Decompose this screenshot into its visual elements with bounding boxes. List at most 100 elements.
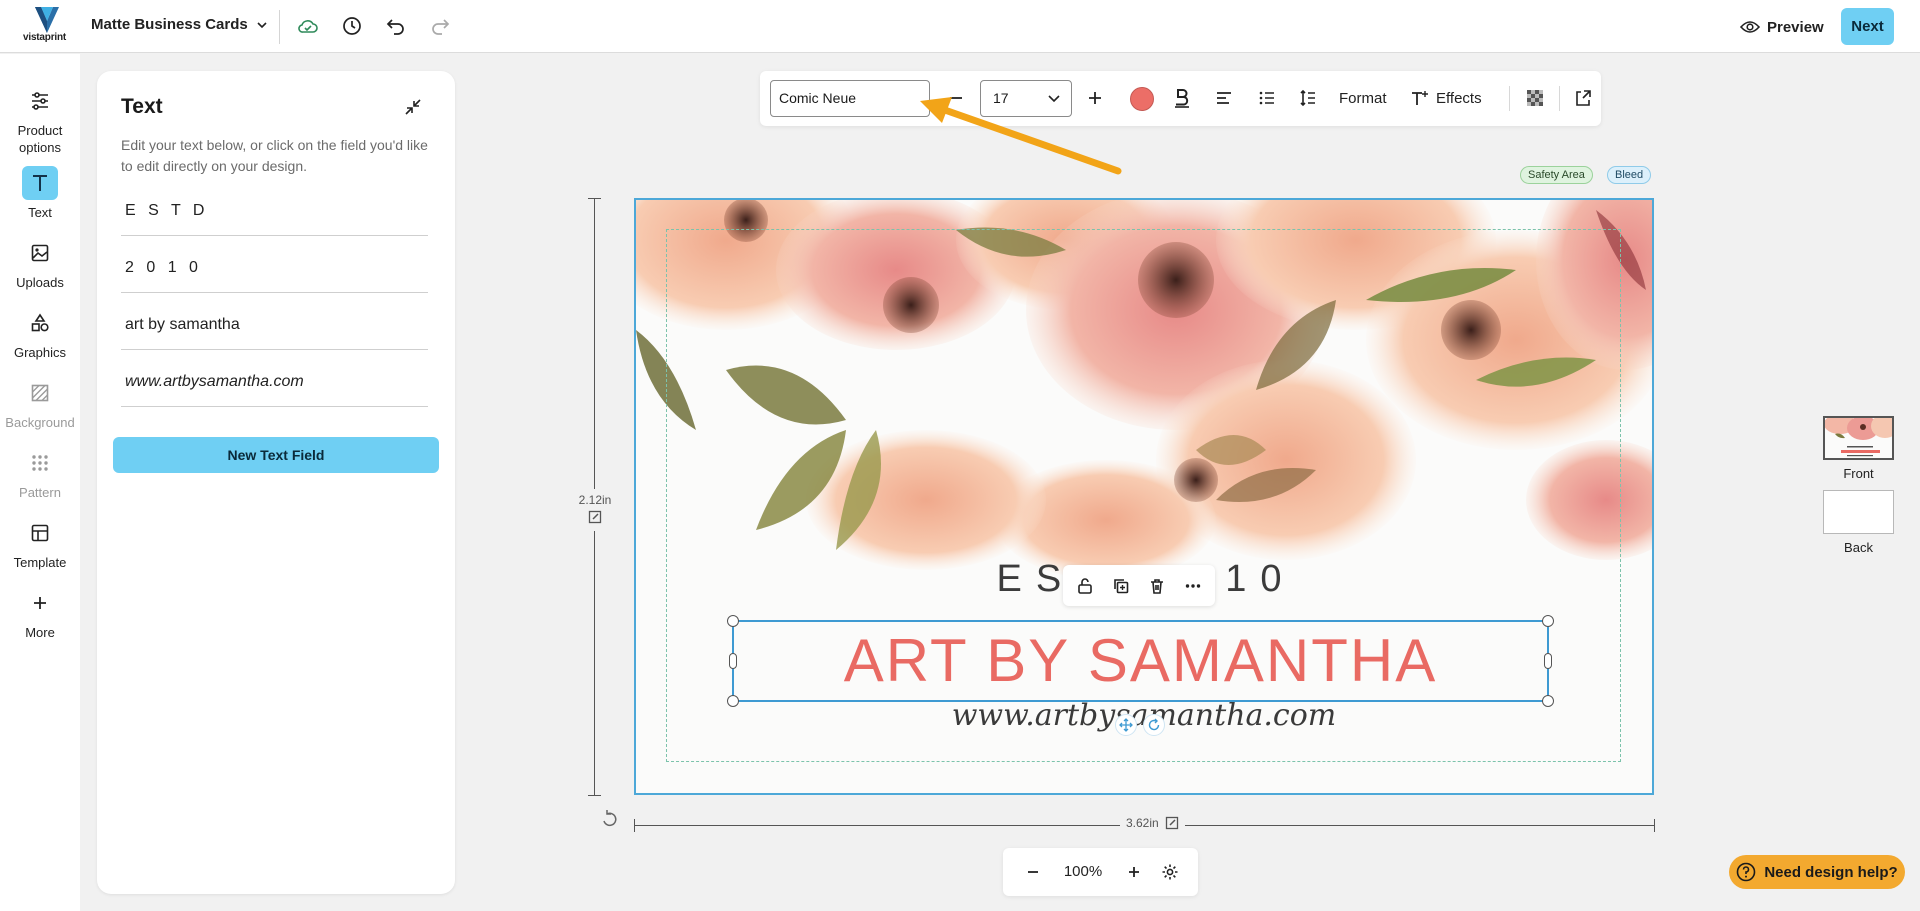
chevron-down-icon bbox=[257, 21, 267, 28]
shapes-icon bbox=[22, 306, 58, 340]
panel-description: Edit your text below, or click on the fi… bbox=[121, 137, 428, 174]
rail-item-background[interactable]: Background bbox=[0, 376, 80, 431]
text-panel: Text Edit your text below, or click on t… bbox=[97, 71, 455, 894]
dimension-tick bbox=[588, 198, 601, 199]
bleed-chip[interactable]: Bleed bbox=[1607, 166, 1652, 184]
resize-handle-left[interactable] bbox=[729, 653, 737, 669]
chevron-down-icon bbox=[1048, 95, 1060, 103]
bold-icon[interactable] bbox=[1169, 85, 1195, 111]
decrease-size-icon[interactable] bbox=[943, 85, 969, 111]
rail-label-template: Template bbox=[13, 555, 67, 570]
preview-button[interactable]: Preview bbox=[1740, 14, 1824, 40]
page-thumb-back[interactable] bbox=[1823, 490, 1894, 534]
height-dimension-label[interactable]: 2.12in bbox=[566, 489, 624, 531]
toolbar-divider bbox=[1509, 86, 1510, 111]
zoom-in-icon[interactable] bbox=[1122, 860, 1146, 884]
text-field-url[interactable]: www.artbysamantha.com bbox=[121, 367, 428, 407]
cloud-saved-icon[interactable] bbox=[296, 14, 320, 38]
font-family-select[interactable]: Comic Neue bbox=[770, 80, 930, 117]
text-field-estd[interactable]: E S T D bbox=[121, 196, 428, 236]
rail-label-pattern: Pattern bbox=[19, 485, 61, 500]
line-spacing-icon[interactable] bbox=[1295, 85, 1321, 111]
effects-icon bbox=[1412, 91, 1428, 105]
sliders-icon bbox=[22, 84, 58, 118]
edit-icon bbox=[588, 510, 602, 524]
gear-icon[interactable] bbox=[1158, 860, 1182, 884]
text-color-swatch[interactable] bbox=[1130, 87, 1154, 111]
floral-artwork bbox=[636, 200, 1652, 600]
rail-item-text[interactable]: Text bbox=[0, 166, 80, 221]
trash-icon[interactable] bbox=[1145, 574, 1169, 598]
page-label-front: Front bbox=[1843, 466, 1874, 481]
text-field-name[interactable]: art by samantha bbox=[121, 310, 428, 350]
resize-handle-right[interactable] bbox=[1544, 653, 1552, 669]
rail-label-graphics: Graphics bbox=[13, 345, 67, 360]
align-left-icon[interactable] bbox=[1211, 85, 1237, 111]
increase-size-icon[interactable] bbox=[1082, 85, 1108, 111]
product-selector[interactable]: Matte Business Cards bbox=[91, 16, 268, 33]
new-text-field-button[interactable]: New Text Field bbox=[113, 437, 439, 473]
duplicate-icon[interactable] bbox=[1109, 574, 1133, 598]
redo-icon[interactable] bbox=[428, 14, 452, 38]
rail-item-uploads[interactable]: Uploads bbox=[0, 236, 80, 291]
move-icon[interactable] bbox=[1115, 714, 1137, 736]
undo-icon[interactable] bbox=[384, 14, 408, 38]
dots-grid-icon bbox=[22, 446, 58, 480]
rail-item-more[interactable]: More bbox=[0, 586, 80, 641]
resize-handle-top-left[interactable] bbox=[727, 615, 739, 627]
next-button[interactable]: Next bbox=[1841, 8, 1894, 45]
rail-item-product-options[interactable]: Product options bbox=[0, 84, 80, 156]
width-dimension-label[interactable]: 3.62in bbox=[1120, 816, 1185, 830]
rail-label-more: More bbox=[25, 625, 55, 640]
dimension-tick bbox=[1654, 819, 1655, 832]
hatch-icon bbox=[22, 376, 58, 410]
text-toolbar: Comic Neue 17 Format Effects bbox=[760, 71, 1601, 126]
rail-label-text: Text bbox=[28, 205, 52, 220]
transparency-icon[interactable] bbox=[1522, 85, 1548, 111]
rail-item-pattern[interactable]: Pattern bbox=[0, 446, 80, 501]
history-clock-icon[interactable] bbox=[340, 14, 364, 38]
dimension-tick bbox=[588, 795, 601, 796]
text-icon bbox=[22, 166, 58, 200]
effects-label: Effects bbox=[1436, 89, 1482, 107]
unlock-icon[interactable] bbox=[1073, 574, 1097, 598]
panel-title: Text bbox=[121, 95, 163, 118]
height-value: 2.12in bbox=[578, 493, 612, 507]
image-icon bbox=[22, 236, 58, 270]
rail-label-uploads: Uploads bbox=[16, 275, 64, 290]
collapse-icon[interactable] bbox=[401, 95, 425, 119]
rail-item-graphics[interactable]: Graphics bbox=[0, 306, 80, 361]
toolbar-divider bbox=[1559, 86, 1560, 111]
rail-item-template[interactable]: Template bbox=[0, 516, 80, 571]
zoom-out-icon[interactable] bbox=[1021, 860, 1045, 884]
effects-button[interactable]: Effects bbox=[1410, 85, 1482, 111]
brand-name: vistaprint bbox=[23, 32, 67, 43]
text-field-year[interactable]: 2 0 1 0 bbox=[121, 253, 428, 293]
page-thumb-front[interactable] bbox=[1823, 416, 1894, 460]
rotate-icon[interactable] bbox=[1143, 714, 1165, 736]
zoom-level[interactable]: 100% bbox=[1058, 863, 1108, 880]
estd-right-text: 10 bbox=[1225, 558, 1296, 600]
app-header: vistaprint Matte Business Cards Preview … bbox=[0, 0, 1920, 53]
list-icon[interactable] bbox=[1254, 85, 1280, 111]
design-help-button[interactable]: Need design help? bbox=[1729, 855, 1905, 889]
preview-label: Preview bbox=[1767, 18, 1824, 36]
product-name-label: Matte Business Cards bbox=[91, 16, 248, 33]
design-help-label: Need design help? bbox=[1764, 863, 1898, 881]
dimension-tick bbox=[634, 819, 635, 832]
left-tool-rail: Product options Text Uploads Graphics Ba… bbox=[0, 54, 80, 911]
format-button[interactable]: Format bbox=[1339, 85, 1387, 111]
font-size-value: 17 bbox=[993, 90, 1009, 106]
page-label-back: Back bbox=[1844, 540, 1873, 555]
rail-label-product-options: Product options bbox=[17, 123, 63, 155]
selection-box bbox=[732, 620, 1549, 702]
element-context-menu bbox=[1063, 565, 1215, 606]
more-options-icon[interactable] bbox=[1181, 574, 1205, 598]
font-size-select[interactable]: 17 bbox=[980, 80, 1072, 117]
arrange-icon[interactable] bbox=[1570, 85, 1596, 111]
safety-area-chip[interactable]: Safety Area bbox=[1520, 166, 1593, 184]
rotate-canvas-icon[interactable] bbox=[600, 809, 620, 829]
resize-handle-top-right[interactable] bbox=[1542, 615, 1554, 627]
rail-label-background: Background bbox=[5, 415, 75, 430]
plus-icon bbox=[22, 586, 58, 620]
